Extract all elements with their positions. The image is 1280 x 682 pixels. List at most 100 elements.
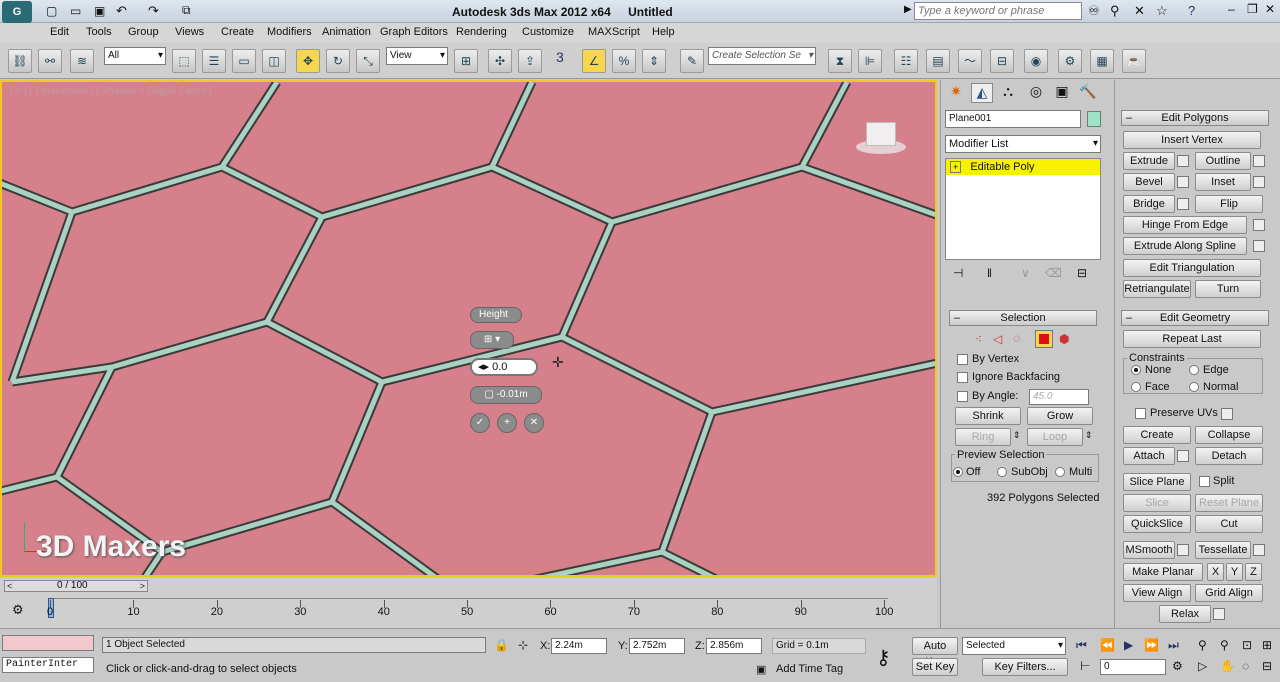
expand-arrow-icon[interactable]: ▶: [904, 4, 912, 15]
stack-item-editable-poly[interactable]: + Editable Poly: [946, 159, 1100, 175]
constraint-face-radio[interactable]: [1131, 382, 1141, 392]
zoom-extents-icon[interactable]: ⊡: [1242, 638, 1252, 652]
time-config-icon[interactable]: ⚙: [12, 602, 24, 618]
display-tab-icon[interactable]: ▣: [1051, 83, 1073, 103]
select-manipulate-icon[interactable]: ✣: [488, 49, 512, 73]
project-folder-icon[interactable]: ⧉: [182, 3, 191, 18]
menu-views[interactable]: Views: [175, 26, 204, 38]
reset-plane-button[interactable]: Reset Plane: [1195, 494, 1263, 512]
orbit-icon[interactable]: ◌: [1242, 659, 1249, 673]
menu-create[interactable]: Create: [221, 26, 254, 38]
named-selection-dropdown[interactable]: Create Selection Se: [708, 47, 816, 65]
modify-tab-icon[interactable]: ◭: [971, 83, 993, 103]
cut-button[interactable]: Cut: [1195, 515, 1263, 533]
menu-rendering[interactable]: Rendering: [456, 26, 507, 38]
quickslice-button[interactable]: QuickSlice: [1123, 515, 1191, 533]
play-icon[interactable]: ▶: [1124, 638, 1133, 652]
show-end-result-icon[interactable]: ‖: [987, 266, 992, 280]
hierarchy-tab-icon[interactable]: ⛬: [997, 83, 1019, 103]
extrude-settings-icon[interactable]: [1177, 155, 1189, 167]
auto-key-button[interactable]: Auto Key: [912, 637, 958, 668]
viewcube-icon[interactable]: [850, 118, 912, 158]
current-frame-field[interactable]: 0: [1100, 659, 1166, 675]
grid-align-button[interactable]: Grid Align: [1195, 584, 1263, 602]
set-key-icon[interactable]: ⚷: [876, 645, 891, 670]
z-coordinate-field[interactable]: 2.856m: [706, 638, 762, 654]
pin-stack-icon[interactable]: ⊣: [953, 266, 963, 280]
x-coordinate-field[interactable]: 2.24m: [551, 638, 607, 654]
make-unique-icon[interactable]: ∨: [1021, 266, 1030, 280]
constraint-none-radio[interactable]: [1131, 365, 1141, 375]
curve-editor-icon[interactable]: 〜: [958, 49, 982, 73]
material-editor-icon[interactable]: ◉: [1024, 49, 1048, 73]
caddy-cancel-button[interactable]: ✕: [524, 413, 544, 433]
unlink-icon[interactable]: ⚯: [38, 49, 62, 73]
attach-settings-icon[interactable]: [1177, 450, 1189, 462]
remove-modifier-icon[interactable]: ⌫: [1045, 266, 1062, 280]
close-icon[interactable]: ✕: [1265, 2, 1275, 16]
ring-button[interactable]: Ring: [955, 428, 1011, 446]
next-frame-icon[interactable]: ⏩: [1144, 638, 1159, 652]
ring-spinner-icon[interactable]: ⇕: [1013, 430, 1021, 441]
rect-selection-icon[interactable]: ▭: [232, 49, 256, 73]
window-crossing-icon[interactable]: ◫: [262, 49, 286, 73]
snap-toggle-label[interactable]: 3: [556, 49, 564, 65]
grow-button[interactable]: Grow: [1027, 407, 1093, 425]
relax-button[interactable]: Relax: [1159, 605, 1211, 623]
binoculars-icon[interactable]: ♾: [1088, 3, 1100, 19]
graphite-ribbon-icon[interactable]: ▤: [926, 49, 950, 73]
reference-coord-dropdown[interactable]: View: [386, 47, 448, 65]
slice-button[interactable]: Slice: [1123, 494, 1191, 512]
key-filters-button[interactable]: Key Filters...: [982, 658, 1068, 676]
bind-spacewarp-icon[interactable]: ≋: [70, 49, 94, 73]
goto-end-icon[interactable]: ⏭: [1168, 638, 1179, 653]
object-name-field[interactable]: Plane001: [945, 110, 1081, 128]
y-coordinate-field[interactable]: 2.752m: [629, 638, 685, 654]
favorites-star-icon[interactable]: ☆: [1156, 3, 1168, 19]
select-by-name-icon[interactable]: ☰: [202, 49, 226, 73]
schematic-view-icon[interactable]: ⊟: [990, 49, 1014, 73]
communication-icon[interactable]: ✕: [1134, 3, 1145, 19]
object-color-swatch[interactable]: [1087, 111, 1101, 127]
maximize-viewport-icon[interactable]: ⊟: [1262, 659, 1272, 673]
motion-tab-icon[interactable]: ◎: [1025, 83, 1047, 103]
preserve-uvs-settings-icon[interactable]: [1221, 408, 1233, 420]
extrude-spline-settings-icon[interactable]: [1253, 240, 1265, 252]
attach-button[interactable]: Attach: [1123, 447, 1175, 465]
add-time-tag-label[interactable]: Add Time Tag: [776, 663, 843, 675]
caddy-height-spinner[interactable]: ◂▸ 0.0: [470, 358, 538, 376]
key-mode-toggle-icon[interactable]: ⊢: [1080, 659, 1090, 673]
loop-spinner-icon[interactable]: ⇕: [1085, 430, 1093, 441]
border-mode-icon[interactable]: ◌: [1013, 331, 1020, 345]
caddy-type-button[interactable]: ⊞ ▾: [470, 331, 514, 349]
quick-new-icon[interactable]: ▢: [46, 4, 57, 18]
menu-graph-editors[interactable]: Graph Editors: [380, 26, 448, 38]
app-logo-icon[interactable]: G: [2, 1, 32, 23]
preview-subobj-radio[interactable]: [997, 467, 1007, 477]
caddy-secondary-field[interactable]: ▢ -0.01m: [470, 386, 542, 404]
quick-open-icon[interactable]: ▭: [70, 4, 81, 18]
align-icon[interactable]: ⊫: [858, 49, 882, 73]
edit-geometry-header[interactable]: Edit Geometry: [1121, 310, 1269, 326]
view-align-button[interactable]: View Align: [1123, 584, 1191, 602]
selection-rollout-header[interactable]: Selection: [949, 310, 1097, 326]
add-time-tag-icon[interactable]: ▣: [756, 663, 766, 676]
render-teapot-icon[interactable]: ☕: [1122, 49, 1146, 73]
collapse-button[interactable]: Collapse: [1195, 426, 1263, 444]
menu-modifiers[interactable]: Modifiers: [267, 26, 312, 38]
maxscript-listener-pink[interactable]: [2, 635, 94, 651]
constraint-edge-radio[interactable]: [1189, 365, 1199, 375]
menu-customize[interactable]: Customize: [522, 26, 574, 38]
extrude-spline-button[interactable]: Extrude Along Spline: [1123, 237, 1247, 255]
inset-button[interactable]: Inset: [1195, 173, 1251, 191]
create-tab-icon[interactable]: ✷: [945, 83, 967, 103]
slice-plane-button[interactable]: Slice Plane: [1123, 473, 1191, 491]
quick-save-icon[interactable]: ▣: [94, 4, 105, 18]
menu-maxscript[interactable]: MAXScript: [588, 26, 640, 38]
link-icon[interactable]: ⛓: [8, 49, 32, 73]
key-mode-dropdown[interactable]: Selected: [962, 637, 1066, 655]
retriangulate-button[interactable]: Retriangulate: [1123, 280, 1191, 298]
menu-group[interactable]: Group: [128, 26, 159, 38]
relax-settings-icon[interactable]: [1213, 608, 1225, 620]
outline-button[interactable]: Outline: [1195, 152, 1251, 170]
